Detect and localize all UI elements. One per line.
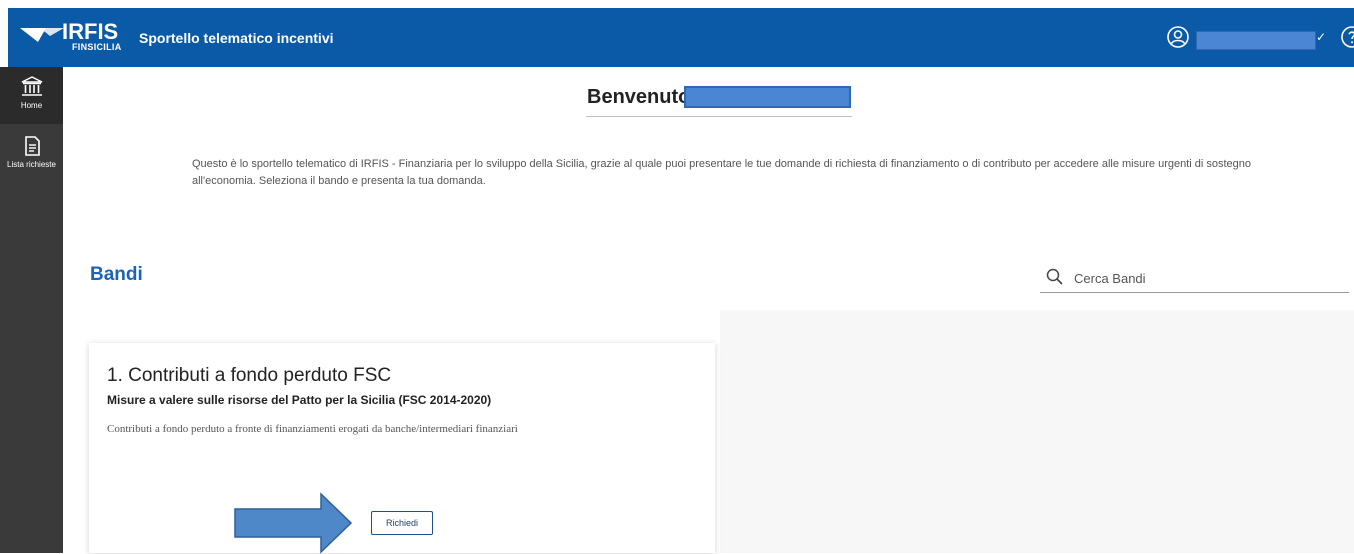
user-name-redacted[interactable] bbox=[1196, 31, 1316, 50]
bank-icon bbox=[21, 76, 42, 96]
search-icon[interactable] bbox=[1046, 268, 1063, 285]
search-input[interactable] bbox=[1072, 266, 1346, 290]
bando-title: 1. Contributi a fondo perduto FSC bbox=[107, 365, 392, 386]
welcome-heading: Benvenuto bbox=[587, 86, 691, 108]
irfis-logo[interactable]: IRFIS FINSICILIA bbox=[20, 18, 122, 58]
top-header: IRFIS FINSICILIA Sportello telematico in… bbox=[8, 8, 1354, 67]
window-top-border bbox=[0, 0, 1354, 8]
logo-subtext: FINSICILIA bbox=[72, 42, 122, 52]
logo-text: IRFIS bbox=[62, 19, 119, 44]
bando-card: 1. Contributi a fondo perduto FSC Misure… bbox=[89, 343, 715, 553]
section-title-bandi: Bandi bbox=[90, 264, 143, 285]
sidebar: Home Lista richieste bbox=[0, 67, 63, 553]
arrow-annotation-icon bbox=[234, 492, 353, 554]
sidebar-item-lista-richieste[interactable]: Lista richieste bbox=[0, 126, 63, 183]
sidebar-item-label: Lista richieste bbox=[7, 160, 56, 169]
user-account-icon[interactable] bbox=[1166, 25, 1190, 49]
document-icon bbox=[24, 136, 40, 156]
bando-subtitle: Misure a valere sulle risorse del Patto … bbox=[107, 393, 492, 407]
intro-text: Questo è lo sportello telematico di IRFI… bbox=[192, 158, 1252, 187]
search-bar bbox=[1040, 262, 1349, 293]
user-menu-chevron-icon[interactable]: ✓ bbox=[1316, 30, 1326, 44]
richiedi-button[interactable]: Richiedi bbox=[371, 511, 433, 535]
sidebar-item-home[interactable]: Home bbox=[0, 67, 63, 124]
app-title: Sportello telematico incentivi bbox=[139, 30, 334, 46]
help-icon[interactable] bbox=[1340, 25, 1354, 49]
bando-description: Contributi a fondo perduto a fronte di f… bbox=[107, 423, 518, 435]
welcome-divider bbox=[586, 116, 852, 117]
sidebar-item-label: Home bbox=[20, 101, 43, 110]
welcome-user-redacted bbox=[684, 86, 851, 108]
background-panel bbox=[720, 310, 1354, 553]
logo-chevron-icon bbox=[20, 28, 64, 42]
